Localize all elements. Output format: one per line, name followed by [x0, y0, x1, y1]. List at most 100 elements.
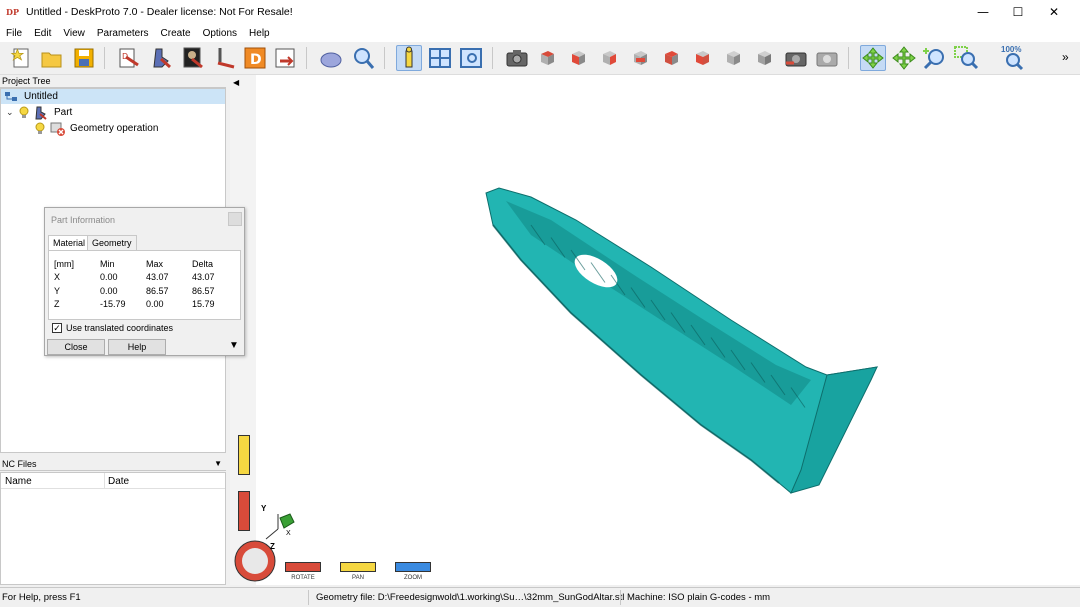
view-bottom-icon[interactable] — [721, 45, 747, 71]
wizard-icon[interactable]: D — [116, 45, 142, 71]
menu-view[interactable]: View — [57, 28, 91, 39]
table-cell: 0.00 — [146, 299, 164, 310]
tab-geometry[interactable]: Geometry — [87, 235, 137, 250]
collapse-arrow-icon[interactable]: ◀ — [233, 78, 239, 87]
camera-icon[interactable] — [504, 45, 530, 71]
zoom-label: ZOOM — [404, 575, 422, 581]
checkmark-icon[interactable]: ✓ — [52, 323, 62, 333]
sim-zoom-icon[interactable] — [350, 45, 376, 71]
dropdown-arrow-icon[interactable]: ▼ — [214, 458, 222, 470]
view-solid-icon[interactable] — [752, 45, 778, 71]
view-top-icon[interactable] — [690, 45, 716, 71]
menu-bar: File Edit View Parameters Create Options… — [0, 24, 1080, 42]
menu-parameters[interactable]: Parameters — [91, 28, 155, 39]
vector-icon[interactable] — [212, 45, 238, 71]
tree-item-label: Untitled — [24, 91, 58, 102]
column-date[interactable]: Date — [108, 476, 129, 487]
view-front-icon[interactable] — [566, 45, 592, 71]
close-button[interactable]: Close — [47, 339, 105, 355]
close-window-button[interactable]: ✕ — [1037, 0, 1071, 24]
table-cell: Z — [54, 299, 60, 310]
tree-item-geometry-operation[interactable]: Geometry operation — [34, 121, 158, 136]
pan-slider-bottom-icon[interactable] — [340, 562, 376, 572]
table-row: X 0.00 43.07 43.07 — [54, 271, 232, 285]
dialog-close-icon[interactable] — [228, 212, 242, 226]
export-icon[interactable] — [272, 45, 298, 71]
status-bar: For Help, press F1 Geometry file: D:\Fre… — [0, 587, 1080, 607]
open-icon[interactable] — [39, 45, 65, 71]
part-icon[interactable] — [148, 45, 174, 71]
title-bar: DP Untitled - DeskProto 7.0 - Dealer lic… — [0, 0, 1080, 24]
chevron-down-icon[interactable]: ⌄ — [6, 107, 18, 118]
axis-z-label: Z — [270, 542, 275, 551]
operation-error-icon — [50, 122, 65, 136]
pan-view-icon[interactable] — [891, 45, 917, 71]
extents-table: [mm] Min Max Delta X 0.00 43.07 43.07 Y … — [54, 257, 232, 311]
status-machine: Machine: ISO plain G-codes - mm — [627, 592, 771, 603]
zoom-100-icon[interactable]: 100% — [999, 45, 1029, 71]
new-icon[interactable] — [8, 45, 34, 71]
view-left-icon[interactable] — [659, 45, 685, 71]
layout-icon[interactable] — [427, 45, 453, 71]
maximize-button[interactable]: ☐ — [1001, 0, 1035, 24]
column-name[interactable]: Name — [5, 476, 32, 487]
camera-rotate-icon[interactable] — [783, 45, 809, 71]
rotate-label: ROTATE — [291, 575, 315, 581]
camera-reset-icon[interactable] — [814, 45, 840, 71]
menu-options[interactable]: Options — [197, 28, 243, 39]
menu-help[interactable]: Help — [243, 28, 276, 39]
tree-item-label: Geometry operation — [70, 123, 159, 134]
pan-slider-icon[interactable] — [238, 491, 250, 531]
project-tree-header: Project Tree — [0, 75, 226, 88]
menu-create[interactable]: Create — [155, 28, 197, 39]
view-right-icon[interactable] — [597, 45, 623, 71]
tree-item-label: Part — [54, 107, 73, 118]
zoom-in-icon[interactable] — [922, 45, 948, 71]
axis-y-label: Y — [261, 504, 267, 513]
menu-file[interactable]: File — [0, 28, 28, 39]
axis-x-label: X — [286, 530, 291, 537]
table-cell: Y — [54, 285, 61, 296]
nc-files-list: Name Date — [0, 472, 226, 585]
dialog-title: Part Information — [51, 215, 116, 225]
menu-edit[interactable]: Edit — [28, 28, 57, 39]
table-header: Min — [100, 258, 115, 269]
translated-coordinates-checkbox[interactable]: ✓ Use translated coordinates — [52, 323, 173, 333]
rotate-slider-icon[interactable] — [285, 562, 321, 572]
help-button[interactable]: Help — [108, 339, 166, 355]
part-model[interactable] — [231, 75, 1080, 585]
zoom-window-icon[interactable] — [953, 45, 979, 71]
toolbar-overflow-button[interactable]: » — [1062, 50, 1069, 64]
drawing-icon[interactable]: D — [242, 45, 268, 71]
view-iso-icon[interactable] — [535, 45, 561, 71]
table-cell: 43.07 — [192, 272, 215, 283]
rotate-view-icon[interactable] — [860, 45, 886, 71]
table-cell: 0.00 — [100, 285, 118, 296]
zoom-100-label: 100% — [1001, 45, 1022, 54]
tree-item-project[interactable]: Untitled — [1, 89, 225, 104]
table-cell: 43.07 — [146, 272, 169, 283]
tree-item-part[interactable]: ⌄ Part — [1, 105, 72, 120]
view-back-icon[interactable] — [628, 45, 654, 71]
app-logo-icon: DP — [6, 7, 19, 17]
3d-viewport[interactable] — [230, 75, 1080, 585]
zoom-slider-icon[interactable] — [238, 435, 250, 475]
save-icon[interactable] — [71, 45, 97, 71]
nc-files-column-header: Name Date — [1, 473, 225, 489]
table-cell: -15.79 — [100, 299, 126, 310]
svg-text:D: D — [122, 52, 128, 61]
lightbulb-icon — [19, 106, 29, 118]
project-icon — [5, 91, 17, 101]
table-cell: X — [54, 272, 61, 283]
table-header-row: [mm] Min Max Delta — [54, 257, 232, 271]
bitmap-icon[interactable] — [180, 45, 206, 71]
view-icon[interactable] — [458, 45, 484, 71]
minimize-button[interactable]: — — [966, 0, 1000, 24]
zoom-slider-bottom-icon[interactable] — [395, 562, 431, 572]
expand-arrow-icon[interactable]: ▼ — [229, 340, 239, 351]
part-node-icon — [35, 106, 47, 120]
info-icon[interactable] — [396, 45, 422, 71]
dialog-body: [mm] Min Max Delta X 0.00 43.07 43.07 Y … — [48, 250, 241, 320]
sim-icon[interactable] — [318, 45, 344, 71]
tab-material[interactable]: Material — [48, 235, 91, 250]
